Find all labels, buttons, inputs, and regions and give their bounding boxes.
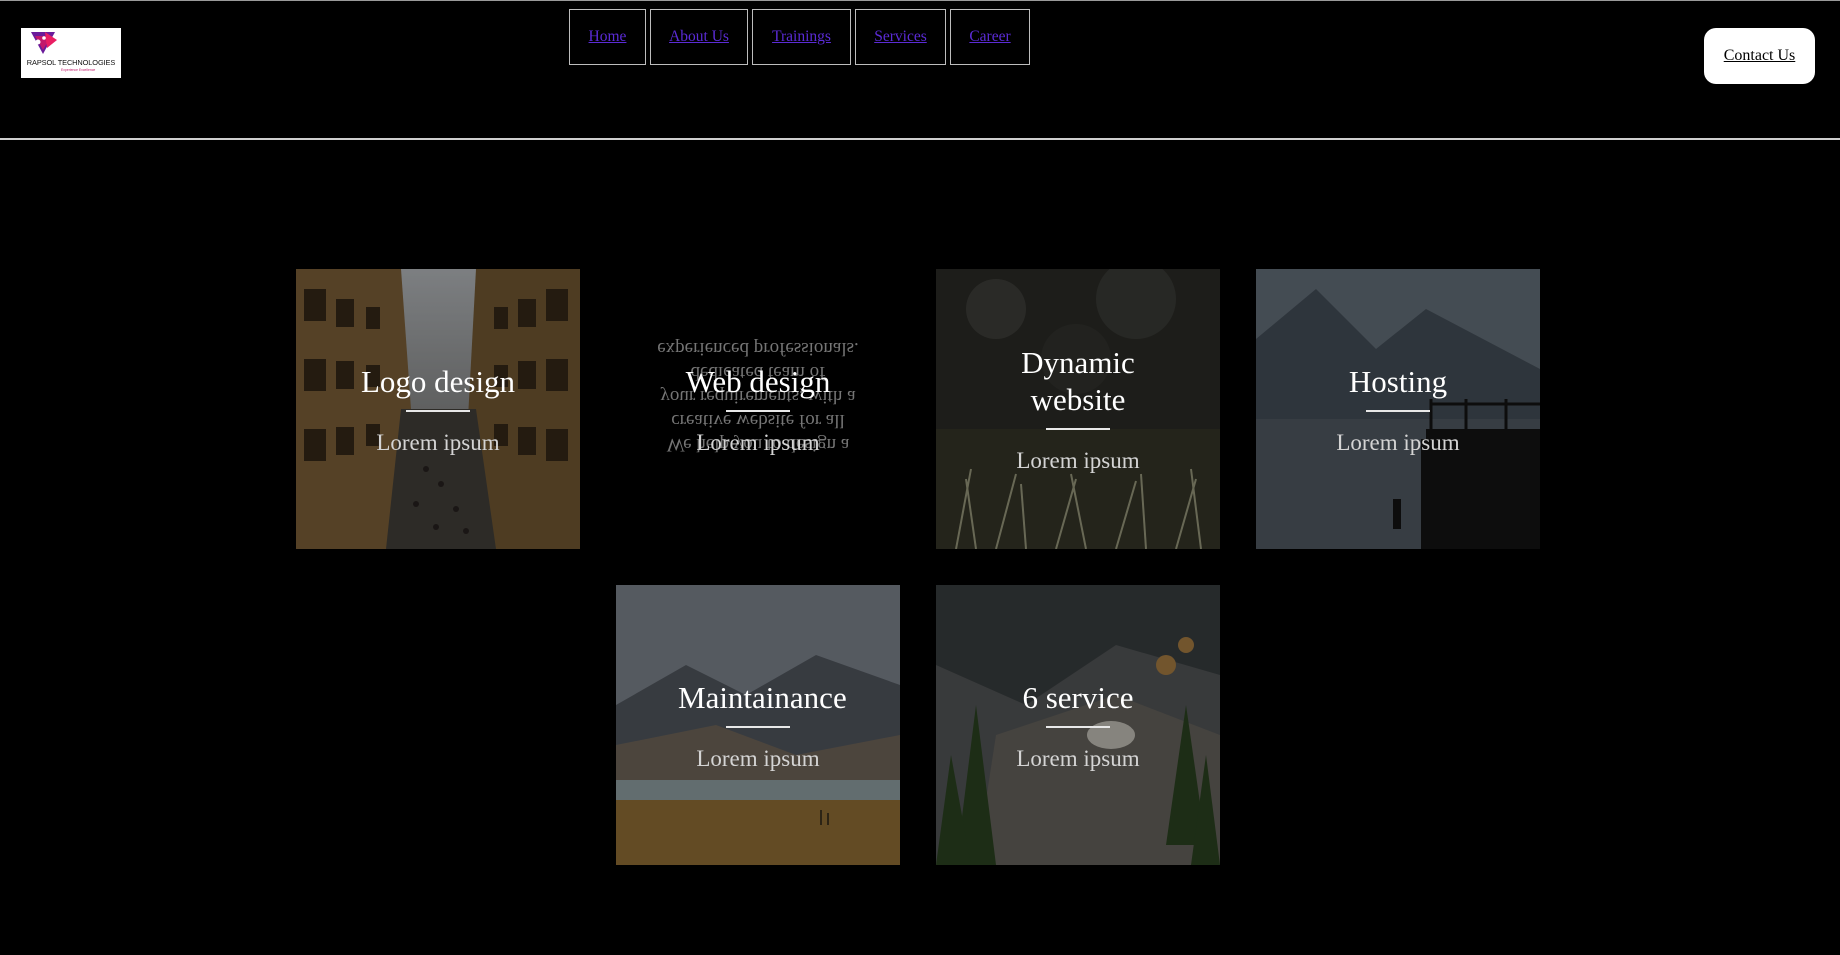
card-divider xyxy=(1046,725,1110,728)
service-card-6-service[interactable]: 6 service Lorem ipsum xyxy=(936,585,1220,865)
nav-about-us[interactable]: About Us xyxy=(650,9,748,65)
card-title: 6 service xyxy=(1022,679,1134,715)
card-title: Maintainance xyxy=(678,679,847,715)
nav-trainings[interactable]: Trainings xyxy=(752,9,851,65)
card-divider xyxy=(726,725,790,728)
card-title: Dynamic website xyxy=(1021,345,1135,417)
card-content: Logo design Lorem ipsum xyxy=(296,269,580,549)
card-divider xyxy=(726,409,790,412)
header-divider xyxy=(0,138,1840,140)
card-subtitle: Lorem ipsum xyxy=(1016,448,1140,473)
service-card-dynamic-website[interactable]: Dynamic website Lorem ipsum xyxy=(936,269,1220,549)
card-content: 6 service Lorem ipsum xyxy=(936,585,1220,865)
nav-home[interactable]: Home xyxy=(569,9,646,65)
card-content: Dynamic website Lorem ipsum xyxy=(936,269,1220,549)
service-card-maintainance[interactable]: Maintainance Lorem ipsum xyxy=(616,585,900,865)
card-title: Web design xyxy=(685,363,831,399)
card-subtitle: Lorem ipsum xyxy=(1016,745,1140,771)
card-subtitle: Lorem ipsum xyxy=(376,429,500,455)
service-card-logo-design[interactable]: Logo design Lorem ipsum xyxy=(296,269,580,549)
logo-name: RAPSOL TECHNOLOGIES xyxy=(26,58,116,67)
card-content: Maintainance Lorem ipsum xyxy=(616,585,900,865)
nav-career[interactable]: Career xyxy=(950,9,1030,65)
service-card-hosting[interactable]: Hosting Lorem ipsum xyxy=(1256,269,1540,549)
card-title: Logo design xyxy=(360,363,516,399)
top-border xyxy=(0,0,1840,1)
card-subtitle: Lorem ipsum xyxy=(696,429,820,455)
card-content: Hosting Lorem ipsum xyxy=(1256,269,1540,549)
service-card-web-design[interactable]: We help you to design a creative website… xyxy=(616,269,900,549)
logo-tagline: Experience Excellence xyxy=(61,68,96,72)
card-title: Hosting xyxy=(1348,363,1448,399)
card-subtitle: Lorem ipsum xyxy=(696,745,820,771)
card-divider xyxy=(1046,428,1110,430)
card-divider xyxy=(406,409,470,412)
main-nav: Home About Us Trainings Services Career xyxy=(569,9,1030,65)
page: RAPSOL TECHNOLOGIES Experience Excellenc… xyxy=(0,0,1840,955)
contact-us-button[interactable]: Contact Us xyxy=(1704,28,1815,84)
company-logo[interactable]: RAPSOL TECHNOLOGIES Experience Excellenc… xyxy=(21,28,121,78)
card-divider xyxy=(1366,409,1430,412)
card-subtitle: Lorem ipsum xyxy=(1336,429,1460,455)
nav-services[interactable]: Services xyxy=(855,9,946,65)
card-content: Web design Lorem ipsum xyxy=(616,269,900,549)
